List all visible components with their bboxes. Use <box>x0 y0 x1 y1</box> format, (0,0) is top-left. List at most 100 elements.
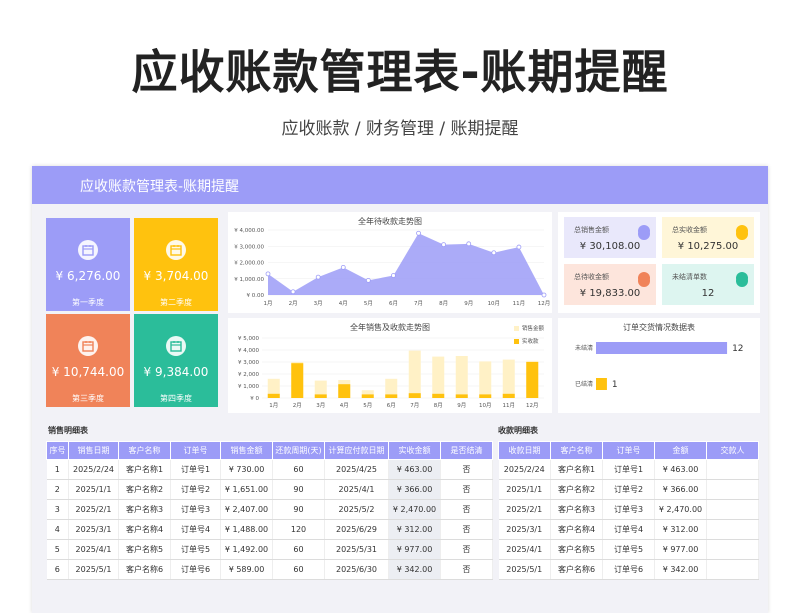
x-tick-label: 12月 <box>526 402 539 409</box>
table-cell: 否 <box>440 519 493 540</box>
table-row: 6 2025/5/1 客户名称6 订单号6 ¥ 589.00 60 2025/6/30 ¥ 3… <box>46 559 493 580</box>
column-header: 订单号 <box>170 441 221 460</box>
receivable-trend-chart: ¥ 4,000.00 ¥ 3,000.00 ¥ 2,000.00 ¥ 1,000.00… <box>234 228 550 307</box>
table-cell: 2025/2/1 <box>498 499 551 520</box>
table-cell: 2025/4/1 <box>498 539 551 560</box>
table-cell: 客户名称3 <box>118 499 171 520</box>
table-cell: 2025/4/25 <box>324 459 389 480</box>
calendar-icon <box>166 336 186 356</box>
receipt-bar <box>291 363 304 398</box>
column-header: 金额 <box>654 441 707 460</box>
table-cell: 客户名称4 <box>118 519 171 540</box>
table-cell: 否 <box>440 559 493 580</box>
receivable-trend-panel: 全年待收款走势图 ¥ 4,000.00 ¥ 3,000.00 ¥ 2,000.00 ¥… <box>228 212 552 313</box>
table-cell: 客户名称2 <box>118 479 171 500</box>
table-row: 2025/2/24 客户名称1 订单号1 ¥ 463.00 <box>498 459 759 480</box>
sales-receipt-panel: 全年销售及收款走势图 ¥ 5,000 ¥ 4,000 ¥ 3,000 ¥ 2,000 ¥… <box>228 318 552 413</box>
x-tick-label: 5月 <box>363 402 372 409</box>
coins-icon <box>736 272 748 284</box>
table-cell: ¥ 2,470.00 <box>388 499 441 520</box>
table-cell: ¥ 977.00 <box>388 539 441 560</box>
receipt-table-title: 收款明细表 <box>498 426 538 435</box>
x-tick-label: 11月 <box>513 300 526 307</box>
table-cell: 2025/4/1 <box>68 539 119 560</box>
table-cell: 2025/2/24 <box>498 459 551 480</box>
data-point <box>541 292 547 298</box>
coins-icon <box>638 225 650 237</box>
table-cell: 客户名称6 <box>118 559 171 580</box>
y-tick-label: ¥ 5,000 <box>238 336 259 342</box>
table-cell: 客户名称1 <box>550 459 603 480</box>
area-series <box>268 233 544 295</box>
table-cell: 2025/6/30 <box>324 559 389 580</box>
kpi-value: ¥ 10,275.00 <box>677 241 739 252</box>
table-cell: 60 <box>272 459 325 480</box>
table-cell: 90 <box>272 499 325 520</box>
column-header: 销售金额 <box>220 441 273 460</box>
receipt-bar <box>385 394 398 398</box>
data-point <box>340 264 346 270</box>
y-tick-label: ¥ 2,000 <box>238 372 259 378</box>
sales-receipt-chart: ¥ 5,000 ¥ 4,000 ¥ 3,000 ¥ 2,000 ¥ 1,000 ¥ 0 1月… <box>238 324 545 409</box>
receipt-table: 收款日期 客户名称 订单号 金额 交款人 2025/2/24 客户名称1 订单号1 ¥ 463… <box>498 441 759 580</box>
y-tick-label: ¥ 4,000 <box>238 348 259 354</box>
quarter-tile: ¥ 9,384.00 第四季度 <box>134 314 218 407</box>
sales-bar <box>479 361 492 398</box>
x-tick-label: 7月 <box>414 300 423 307</box>
table-row: 2025/5/1 客户名称6 订单号6 ¥ 342.00 <box>498 559 759 580</box>
kpi-value: 12 <box>701 288 715 299</box>
table-row: 1 2025/2/24 客户名称1 订单号1 ¥ 730.00 60 2025/4/25 ¥ … <box>46 459 493 480</box>
kpi-label: 总待收金额 <box>574 273 609 281</box>
quarter-tile: ¥ 3,704.00 第二季度 <box>134 218 218 311</box>
table-cell: ¥ 463.00 <box>654 459 707 480</box>
x-tick-label: 10月 <box>488 300 501 307</box>
y-tick-label: ¥ 0 <box>250 396 259 402</box>
table-cell: 否 <box>440 539 493 560</box>
receipt-bar <box>361 394 374 398</box>
order-status-chart: 未结清 12 已结清 1 <box>575 342 744 390</box>
table-cell: 60 <box>272 559 325 580</box>
table-cell <box>706 539 759 560</box>
x-tick-label: 4月 <box>339 300 348 307</box>
quarter-tile: ¥ 6,276.00 第一季度 <box>46 218 130 311</box>
table-cell: 客户名称3 <box>550 499 603 520</box>
x-tick-label: 11月 <box>503 402 516 409</box>
table-cell: ¥ 312.00 <box>654 519 707 540</box>
coins-icon <box>638 272 650 284</box>
table-cell: 订单号1 <box>170 459 221 480</box>
y-tick-label: ¥ 1,000 <box>238 384 259 390</box>
y-tick-label: ¥ 1,000.00 <box>234 277 264 283</box>
quarter-tile: ¥ 10,744.00 第三季度 <box>46 314 130 407</box>
table-row: 2025/4/1 客户名称5 订单号5 ¥ 977.00 <box>498 539 759 560</box>
table-cell: 2025/6/29 <box>324 519 389 540</box>
table-cell: 3 <box>46 499 69 520</box>
kpi-card: 总实收金额 ¥ 10,275.00 <box>662 217 754 258</box>
table-row: 3 2025/2/1 客户名称3 订单号3 ¥ 2,407.00 90 2025/5/2 ¥ … <box>46 499 493 520</box>
table-row: 2 2025/1/1 客户名称2 订单号2 ¥ 1,651.00 90 2025/4/1 ¥ … <box>46 479 493 500</box>
legend-swatch <box>514 339 519 344</box>
data-point <box>516 244 522 250</box>
x-tick-label: 4月 <box>340 402 349 409</box>
table-cell: 客户名称5 <box>550 539 603 560</box>
quarter-label: 第三季度 <box>72 394 104 403</box>
column-header: 交款人 <box>706 441 759 460</box>
legend-label: 实收款 <box>522 337 539 345</box>
table-cell: 4 <box>46 519 69 540</box>
y-tick-label: ¥ 3,000 <box>238 360 259 366</box>
table-cell: 否 <box>440 479 493 500</box>
x-tick-label: 9月 <box>464 300 473 307</box>
receipt-bar <box>526 362 539 398</box>
receipt-bar <box>408 393 421 398</box>
x-tick-label: 6月 <box>389 300 398 307</box>
table-row: 2025/1/1 客户名称2 订单号2 ¥ 366.00 <box>498 479 759 500</box>
column-header: 实收金额 <box>388 441 441 460</box>
kpi-card: 总待收金额 ¥ 19,833.00 <box>564 264 656 305</box>
table-cell: 2025/5/1 <box>498 559 551 580</box>
sales-bar <box>502 359 515 398</box>
table-cell: ¥ 366.00 <box>388 479 441 500</box>
kpi-value: ¥ 30,108.00 <box>579 241 641 252</box>
data-point <box>365 277 371 283</box>
table-cell: 2025/4/1 <box>324 479 389 500</box>
table-cell: 订单号3 <box>170 499 221 520</box>
status-value: 12 <box>732 344 743 354</box>
